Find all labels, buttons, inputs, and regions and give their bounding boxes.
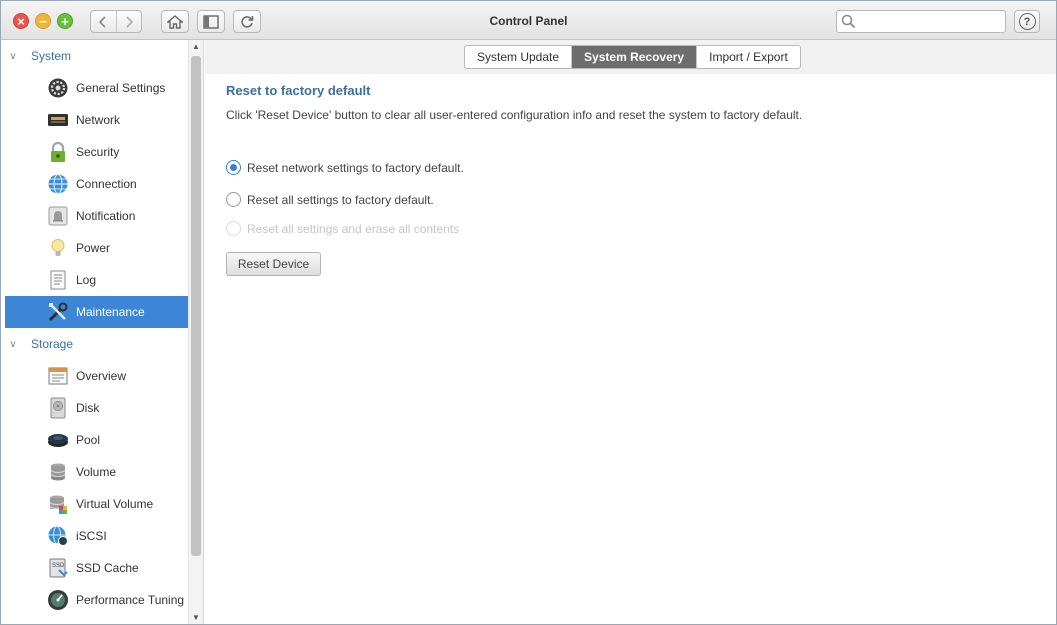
iscsi-icon	[47, 525, 69, 547]
virtual-volume-icon	[47, 493, 69, 515]
chevron-down-icon: ∨	[9, 338, 17, 350]
home-icon	[167, 14, 183, 29]
sidebar-item-pool[interactable]: Pool	[5, 424, 189, 456]
sidebar-group-storage[interactable]: ∨ Storage	[1, 328, 189, 360]
option-reset-all-settings[interactable]: Reset all settings to factory default.	[226, 192, 434, 207]
sidebar-item-maintenance[interactable]: Maintenance	[5, 296, 189, 328]
volume-icon	[47, 461, 69, 483]
reset-device-button[interactable]: Reset Device	[226, 252, 321, 276]
radio-reset-all-settings[interactable]	[226, 192, 241, 207]
section-description: Click 'Reset Device' button to clear all…	[226, 108, 803, 122]
sidebar: ∨ System General Settings Network Securi…	[1, 40, 204, 624]
sidebar-item-volume[interactable]: Volume	[5, 456, 189, 488]
sidebar-item-performance-tuning[interactable]: Performance Tuning	[5, 584, 189, 616]
pool-icon	[47, 429, 69, 451]
sidebar-item-log[interactable]: Log	[5, 264, 189, 296]
disk-icon	[47, 397, 69, 419]
scroll-down-arrow-icon[interactable]: ▼	[192, 613, 200, 622]
sidebar-item-connection[interactable]: Connection	[5, 168, 189, 200]
sidebar-scrollbar[interactable]: ▲ ▼	[188, 40, 203, 624]
radio-reset-network[interactable]	[226, 160, 241, 175]
navigation-buttons	[90, 10, 142, 33]
option-label: Reset network settings to factory defaul…	[247, 160, 464, 175]
sidebar-item-notification[interactable]: Notification	[5, 200, 189, 232]
tools-icon	[47, 301, 69, 323]
refresh-icon	[241, 15, 254, 28]
option-label: Reset all settings and erase all content…	[247, 221, 460, 236]
tab-system-recovery[interactable]: System Recovery	[572, 46, 698, 68]
scroll-up-arrow-icon[interactable]: ▲	[192, 42, 200, 51]
tab-bar: System Update System Recovery Import / E…	[205, 40, 1056, 74]
chevron-left-icon	[99, 15, 106, 28]
sidebar-item-power[interactable]: Power	[5, 232, 189, 264]
sidebar-item-security[interactable]: Security	[5, 136, 189, 168]
option-reset-network[interactable]: Reset network settings to factory defaul…	[226, 160, 464, 175]
help-button[interactable]: ?	[1014, 10, 1040, 33]
sidebar-item-network[interactable]: Network	[5, 104, 189, 136]
option-label: Reset all settings to factory default.	[247, 192, 434, 207]
tab-import-export[interactable]: Import / Export	[697, 46, 800, 68]
maximize-window-icon[interactable]: +	[57, 13, 73, 29]
overview-icon	[47, 365, 69, 387]
sidebar-group-system[interactable]: ∨ System	[1, 40, 189, 72]
main-content: System Update System Recovery Import / E…	[205, 40, 1056, 624]
forward-button[interactable]	[117, 11, 142, 32]
search-input[interactable]	[859, 13, 1001, 30]
minimize-window-icon[interactable]: −	[35, 13, 51, 29]
section-title: Reset to factory default	[226, 83, 371, 98]
sidebar-item-disk[interactable]: Disk	[5, 392, 189, 424]
sidebar-item-iscsi[interactable]: iSCSI	[5, 520, 189, 552]
tab-system-update[interactable]: System Update	[465, 46, 573, 68]
tab-group: System Update System Recovery Import / E…	[464, 45, 801, 69]
lightbulb-icon	[47, 237, 69, 259]
back-button[interactable]	[91, 11, 117, 32]
sidebar-toggle-button[interactable]	[197, 10, 225, 33]
bell-icon	[47, 205, 69, 227]
control-panel-window: × − + Control Panel ? ∨ System General S…	[0, 0, 1057, 625]
scrollbar-thumb[interactable]	[191, 56, 201, 556]
svg-text:SSD: SSD	[52, 563, 65, 569]
chevron-right-icon	[126, 15, 133, 28]
radio-reset-and-erase	[226, 221, 241, 236]
gear-icon	[47, 77, 69, 99]
globe-icon	[47, 173, 69, 195]
network-icon	[47, 109, 69, 131]
help-icon: ?	[1018, 13, 1036, 30]
refresh-button[interactable]	[233, 10, 261, 33]
log-icon	[47, 269, 69, 291]
option-reset-and-erase: Reset all settings and erase all content…	[226, 221, 459, 236]
search-icon	[841, 14, 856, 29]
search-box[interactable]	[836, 10, 1006, 33]
sidebar-item-general-settings[interactable]: General Settings	[5, 72, 189, 104]
performance-icon	[47, 589, 69, 611]
title-bar: × − + Control Panel ?	[1, 1, 1056, 40]
sidebar-item-overview[interactable]: Overview	[5, 360, 189, 392]
home-button[interactable]	[161, 10, 189, 33]
sidebar-toggle-icon	[203, 14, 219, 29]
lock-icon	[47, 141, 69, 163]
close-window-icon[interactable]: ×	[13, 13, 29, 29]
sidebar-item-ssd-cache[interactable]: SSD SSD Cache	[5, 552, 189, 584]
chevron-down-icon: ∨	[9, 50, 17, 62]
ssd-icon: SSD	[47, 557, 69, 579]
sidebar-item-virtual-volume[interactable]: Virtual Volume	[5, 488, 189, 520]
